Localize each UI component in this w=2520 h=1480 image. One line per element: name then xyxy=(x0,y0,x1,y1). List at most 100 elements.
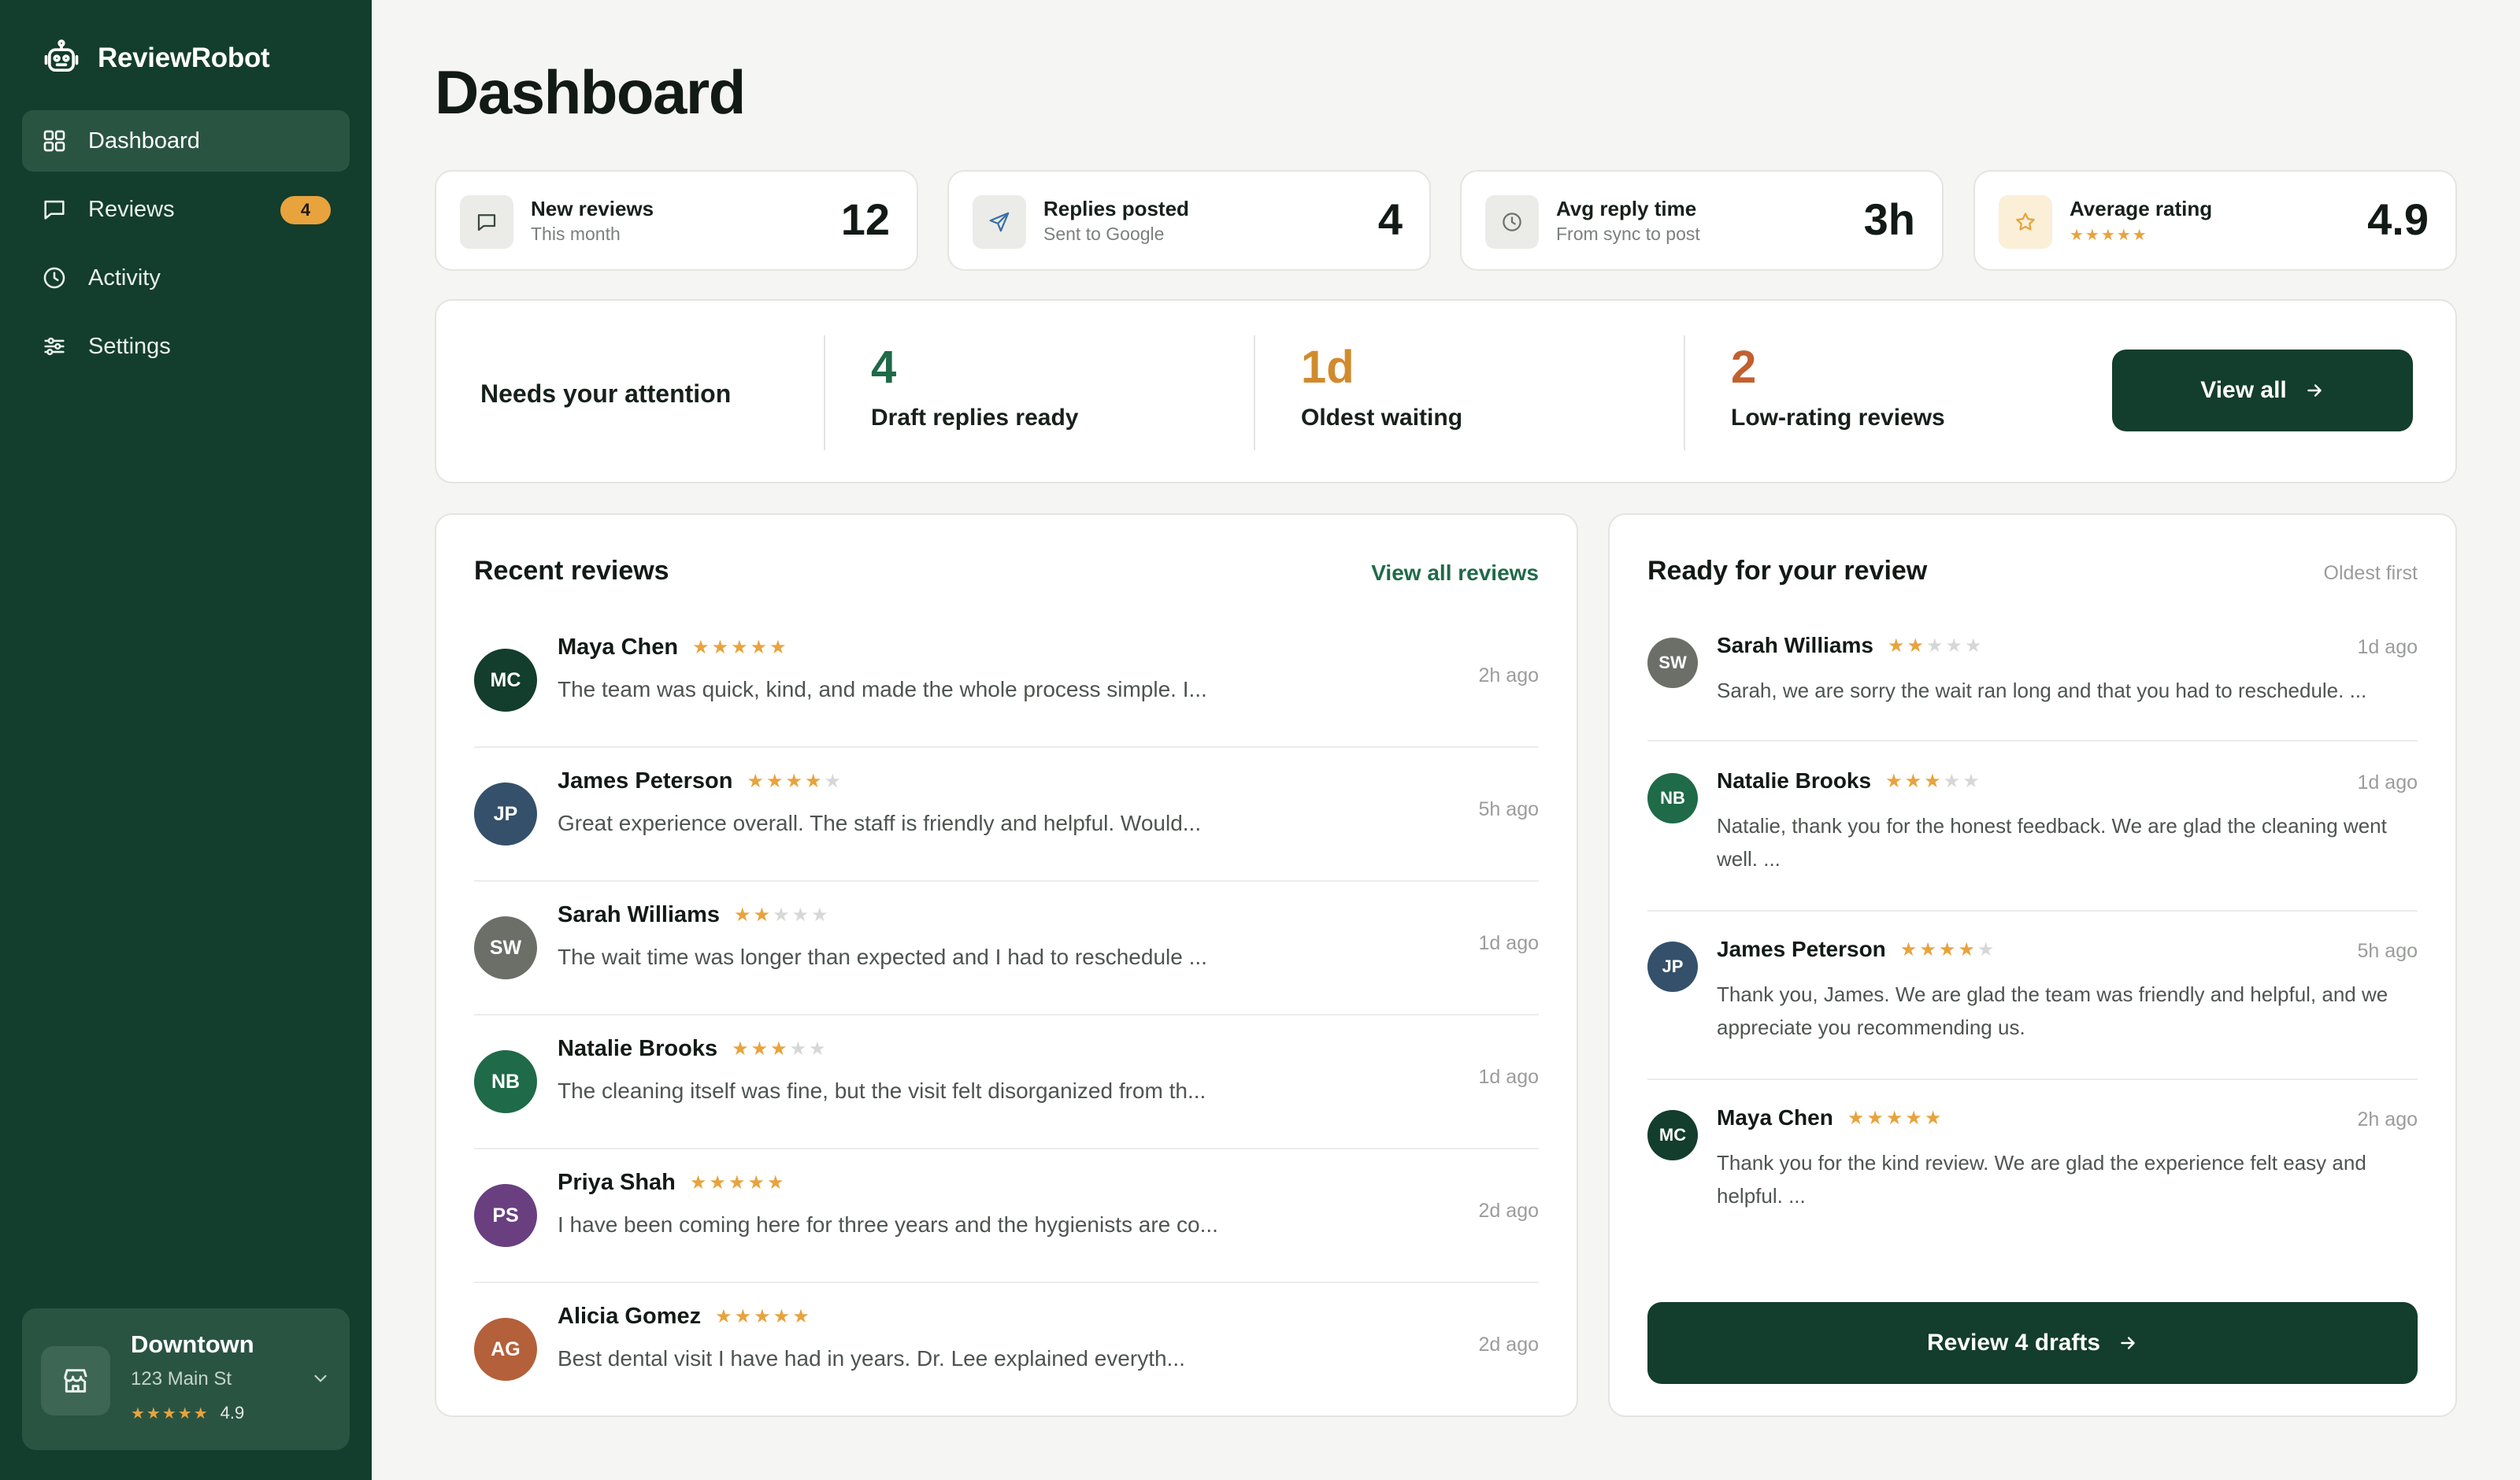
star-icon xyxy=(1999,195,2052,249)
view-all-button[interactable]: View all xyxy=(2112,350,2413,431)
divider xyxy=(1254,335,1255,450)
attention-value: 1d xyxy=(1301,342,1354,393)
reviewer-name: Alicia Gomez xyxy=(558,1304,702,1329)
stat-sub: Sent to Google xyxy=(1043,224,1165,244)
stat-label: Replies posted xyxy=(1043,197,1189,220)
avatar: JP xyxy=(1647,942,1698,992)
page-title: Dashboard xyxy=(435,57,746,127)
chevron-down-icon xyxy=(314,1375,327,1382)
avatar: JP xyxy=(474,783,537,845)
draft-reply-text: Natalie, thank you for the honest feedba… xyxy=(1717,814,2387,871)
sidebar: ReviewRobot Dashboard Reviews 4 Activity… xyxy=(0,0,372,1480)
draft-reply-text: Thank you, James. We are glad the team w… xyxy=(1717,982,2388,1039)
app-name: ReviewRobot xyxy=(98,43,270,73)
sidebar-item-activity[interactable]: Activity xyxy=(22,247,350,309)
view-all-reviews-link[interactable]: View all reviews xyxy=(1371,561,1539,586)
reviews-count-badge: 4 xyxy=(280,196,331,224)
location-rating: ★★★★★ 4.9 xyxy=(131,1403,244,1423)
attention-oldest[interactable]: 1d Oldest waiting xyxy=(1301,345,1462,431)
attention-label: Oldest waiting xyxy=(1301,405,1463,431)
reviewer-name: Sarah Williams xyxy=(558,902,721,927)
rating-stars: ★★★★★ xyxy=(1885,770,1982,792)
avatar: NB xyxy=(1647,773,1698,823)
sidebar-nav: Dashboard Reviews 4 Activity Settings xyxy=(22,110,350,384)
rating-stars: ★★★★★ xyxy=(1887,635,1984,657)
divider xyxy=(1684,335,1685,450)
grid-icon xyxy=(43,130,65,152)
rating-stars: ★★★★★ xyxy=(689,1172,787,1193)
drafts-card: Ready for your review Oldest first SW Sa… xyxy=(1608,513,2457,1417)
draft-row[interactable]: NB Natalie Brooks ★★★★★ Natalie, thank yo… xyxy=(1647,765,2418,912)
sidebar-item-dashboard[interactable]: Dashboard xyxy=(22,110,350,172)
review-drafts-button[interactable]: Review 4 drafts xyxy=(1647,1302,2418,1384)
message-icon xyxy=(460,195,513,249)
avatar: MC xyxy=(474,649,537,712)
location-address: 123 Main St xyxy=(131,1368,232,1389)
sidebar-item-settings[interactable]: Settings xyxy=(22,316,350,377)
brand[interactable]: ReviewRobot xyxy=(41,38,270,79)
location-name: Downtown xyxy=(131,1330,254,1358)
attention-value: 4 xyxy=(871,342,897,393)
location-rating-value: 4.9 xyxy=(220,1403,245,1423)
divider xyxy=(824,335,825,450)
review-time: 1d ago xyxy=(1478,932,1539,954)
sort-label[interactable]: Oldest first xyxy=(2324,562,2418,585)
avatar: PS xyxy=(474,1184,537,1247)
attention-drafts[interactable]: 4 Draft replies ready xyxy=(871,345,1078,431)
stat-value: 4.9 xyxy=(2367,194,2429,244)
clock-icon xyxy=(1485,195,1539,249)
stat-label: Average rating xyxy=(2070,197,2213,220)
draft-reply-text: Sarah, we are sorry the wait ran long an… xyxy=(1717,679,2367,702)
review-excerpt: Best dental visit I have had in years. D… xyxy=(558,1346,1185,1371)
store-icon xyxy=(41,1346,110,1415)
button-label: View all xyxy=(2200,377,2287,403)
review-row[interactable]: MC Maya Chen ★★★★★ The team was quick, ki… xyxy=(474,614,1539,748)
review-excerpt: I have been coming here for three years … xyxy=(558,1212,1218,1237)
stat-card-average-rating: Average rating ★★★★★ 4.9 xyxy=(1973,170,2457,271)
arrow-right-icon xyxy=(2121,1337,2135,1349)
message-icon xyxy=(44,200,65,220)
reviewer-name: Priya Shah xyxy=(558,1170,676,1195)
review-row[interactable]: PS Priya Shah ★★★★★ I have been coming he… xyxy=(474,1149,1539,1283)
review-row[interactable]: NB Natalie Brooks ★★★★★ The cleaning itse… xyxy=(474,1016,1539,1149)
reviewer-name: James Peterson xyxy=(558,768,733,794)
attention-title: Needs your attention xyxy=(480,379,732,408)
draft-row[interactable]: MC Maya Chen ★★★★★ Thank you for the kind… xyxy=(1647,1102,2418,1249)
rating-stars: ★★★★★ xyxy=(692,637,789,658)
stat-card-new-reviews: New reviews This month 12 xyxy=(435,170,918,271)
arrow-right-icon xyxy=(2307,384,2322,397)
attention-low-rating[interactable]: 2 Low-rating reviews xyxy=(1731,345,1945,431)
reviewer-name: Natalie Brooks xyxy=(1717,768,1872,793)
reviewer-name: Maya Chen xyxy=(558,635,679,660)
review-excerpt: The team was quick, kind, and made the w… xyxy=(558,677,1207,701)
avatar: SW xyxy=(474,916,537,979)
button-label: Review 4 drafts xyxy=(1926,1330,2101,1356)
rating-stars: ★★★★★ xyxy=(1847,1107,1944,1129)
stat-label: Avg reply time xyxy=(1556,197,1697,220)
review-time: 2h ago xyxy=(1478,664,1539,686)
sidebar-item-label: Activity xyxy=(88,265,161,290)
avatar: SW xyxy=(1647,638,1698,688)
review-time: 2d ago xyxy=(1478,1334,1539,1356)
review-row[interactable]: JP James Peterson ★★★★★ Great experience … xyxy=(474,748,1539,882)
attention-label: Low-rating reviews xyxy=(1731,405,1945,431)
location-switcher[interactable]: Downtown 123 Main St ★★★★★ 4.9 xyxy=(22,1308,350,1450)
draft-time: 1d ago xyxy=(2357,636,2418,658)
stat-stars: ★★★★★ xyxy=(2070,227,2148,244)
sidebar-item-reviews[interactable]: Reviews 4 xyxy=(22,179,350,240)
stat-sub: From sync to post xyxy=(1556,224,1700,244)
review-excerpt: Great experience overall. The staff is f… xyxy=(558,811,1202,835)
sidebar-item-label: Dashboard xyxy=(88,128,200,154)
sidebar-item-label: Settings xyxy=(88,333,171,359)
review-time: 5h ago xyxy=(1478,798,1539,820)
location-stars: ★★★★★ xyxy=(131,1404,209,1423)
stat-card-avg-reply-time: Avg reply time From sync to post 3h xyxy=(1460,170,1944,271)
clock-icon xyxy=(43,267,65,289)
draft-row[interactable]: JP James Peterson ★★★★★ Thank you, James.… xyxy=(1647,934,2418,1080)
review-time: 2d ago xyxy=(1478,1200,1539,1222)
review-row[interactable]: AG Alicia Gomez ★★★★★ Best dental visit I… xyxy=(474,1283,1539,1417)
draft-row[interactable]: SW Sarah Williams ★★★★★ Sarah, we are sor… xyxy=(1647,630,2418,742)
draft-time: 5h ago xyxy=(2357,940,2418,962)
review-row[interactable]: SW Sarah Williams ★★★★★ The wait time was… xyxy=(474,882,1539,1016)
draft-time: 2h ago xyxy=(2357,1108,2418,1130)
